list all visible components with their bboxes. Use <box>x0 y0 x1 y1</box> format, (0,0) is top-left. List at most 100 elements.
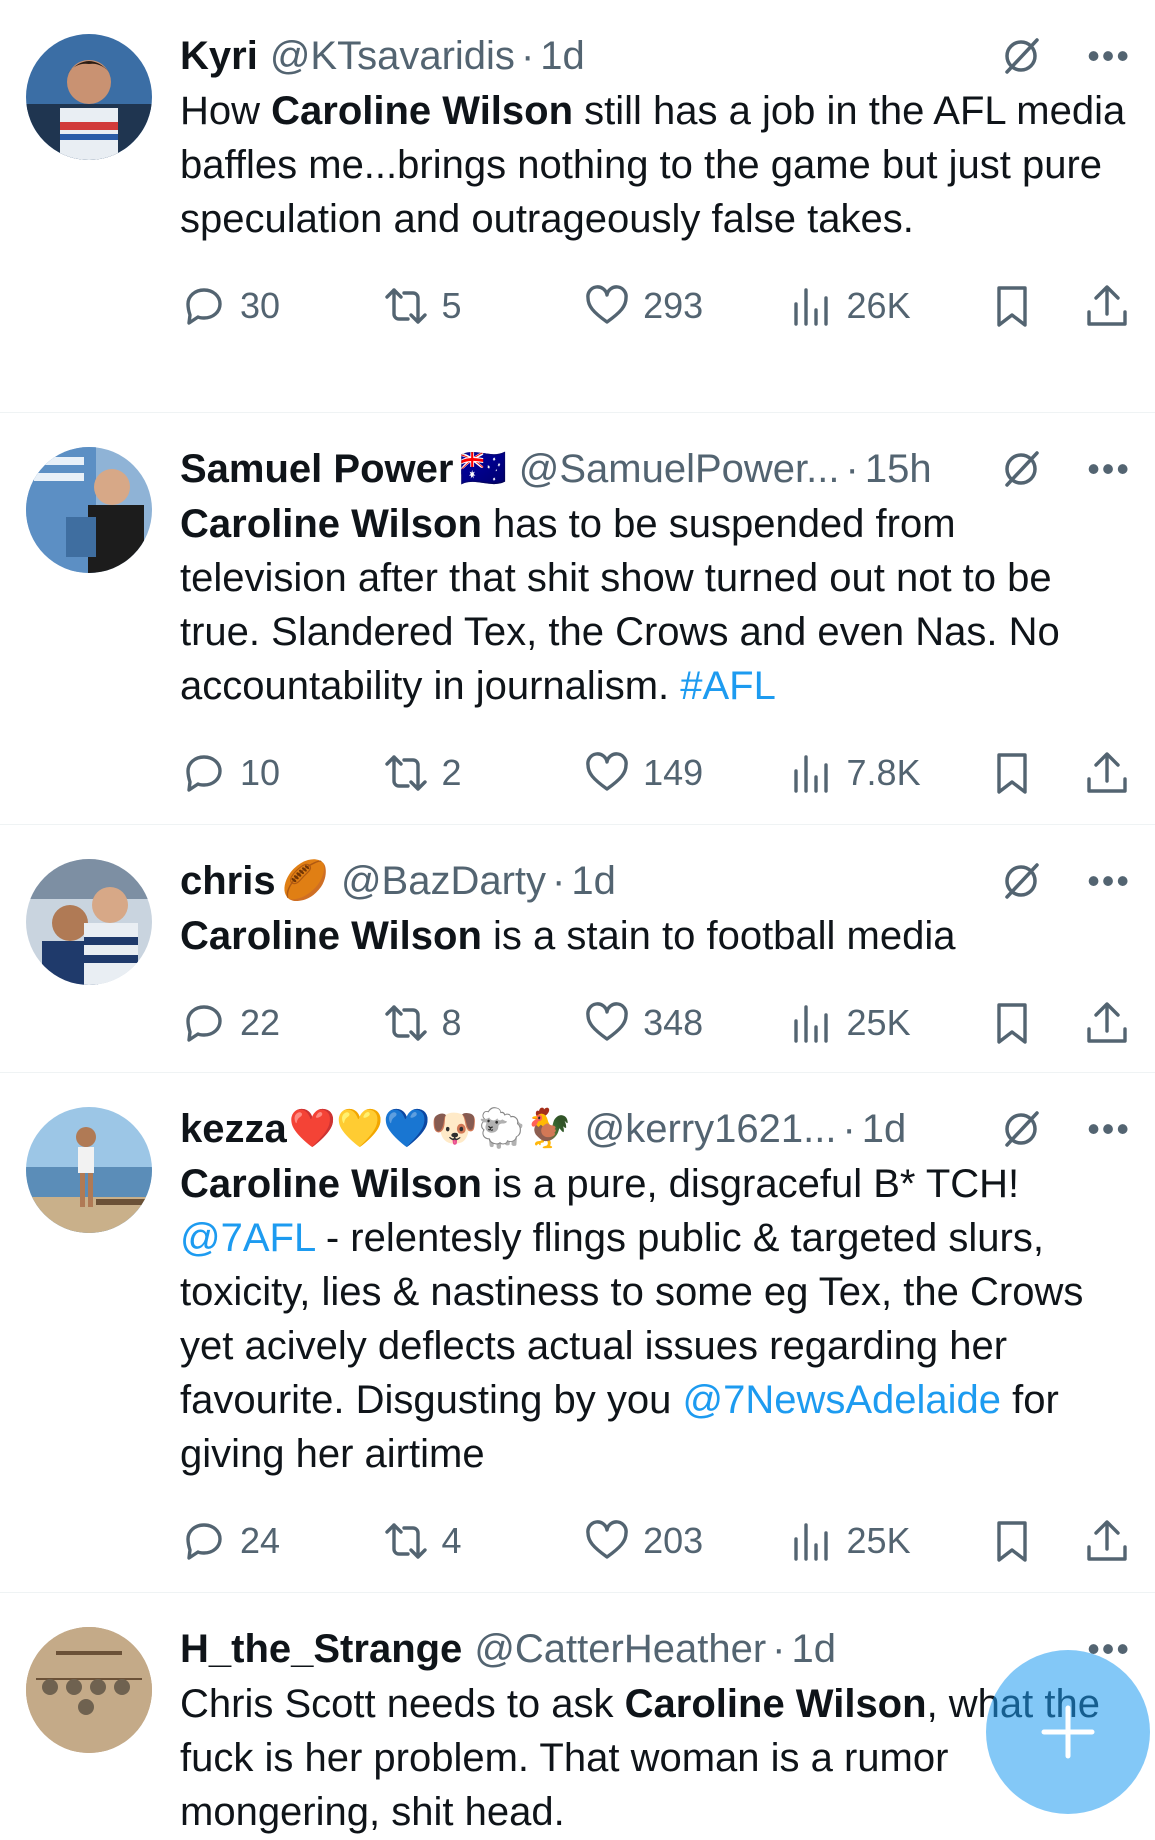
retweet-icon <box>384 288 427 324</box>
tweet[interactable]: Kyri @KTsavaridis · 1d ••• How Caroline … <box>0 0 1155 413</box>
avatar[interactable] <box>26 859 152 985</box>
like-count: 149 <box>643 752 704 793</box>
like-count: 203 <box>643 1520 704 1561</box>
display-name[interactable]: H_the_Strange <box>180 1627 462 1671</box>
bookmark-button[interactable] <box>988 749 1083 797</box>
views-button[interactable]: 25K <box>787 1517 989 1565</box>
display-name[interactable]: kezza <box>180 1107 287 1151</box>
bold-mention: Caroline Wilson <box>180 502 482 546</box>
separator-dot: · <box>552 859 566 903</box>
user-handle[interactable]: @SamuelPower... <box>519 447 840 491</box>
user-handle[interactable]: @BazDarty <box>341 859 546 903</box>
text-segment: is a pure, disgraceful B* TCH! <box>481 1162 1020 1206</box>
timestamp[interactable]: 1d <box>571 859 616 903</box>
timestamp[interactable]: 15h <box>865 447 932 491</box>
tweet-body: chris 🏉 @BazDarty · 1d ••• Caroline Wils… <box>180 859 1131 1072</box>
share-button[interactable] <box>1083 999 1131 1047</box>
share-button[interactable] <box>1083 749 1131 797</box>
views-button[interactable]: 26K <box>787 282 989 330</box>
tweet-body: Kyri @KTsavaridis · 1d ••• How Caroline … <box>180 34 1131 412</box>
display-name[interactable]: Samuel Power <box>180 447 453 491</box>
views-icon <box>793 755 828 793</box>
heart-icon <box>586 285 628 324</box>
timestamp[interactable]: 1d <box>540 34 585 78</box>
bookmark-button[interactable] <box>988 1517 1083 1565</box>
retweet-count: 8 <box>441 1002 462 1043</box>
like-count: 348 <box>643 1002 704 1043</box>
compose-plus-icon <box>1041 1705 1095 1759</box>
bookmark-button[interactable] <box>988 282 1083 330</box>
reply-count: 30 <box>240 285 281 326</box>
views-icon <box>793 1523 828 1561</box>
grok-icon[interactable] <box>999 859 1043 903</box>
mention-link[interactable]: @7NewsAdelaide <box>682 1378 1001 1422</box>
mention-link[interactable]: @7AFL <box>180 1216 315 1260</box>
share-icon <box>1087 752 1127 793</box>
retweet-icon <box>384 755 427 791</box>
action-bar: 24 4 203 25K <box>180 1481 1131 1601</box>
tweet[interactable]: kezza ❤️💛💙🐶🐑🐓 @kerry1621... · 1d ••• Car… <box>0 1073 1155 1593</box>
heart-icon <box>586 1002 628 1041</box>
reply-count: 22 <box>240 1002 281 1043</box>
tweet[interactable]: chris 🏉 @BazDarty · 1d ••• Caroline Wils… <box>0 825 1155 1073</box>
bookmark-button[interactable] <box>988 999 1083 1047</box>
display-name[interactable]: Kyri <box>180 34 258 78</box>
avatar[interactable] <box>26 447 152 573</box>
tweet-text: Chris Scott needs to ask Caroline Wilson… <box>180 1677 1131 1839</box>
compose-button[interactable] <box>986 1650 1150 1814</box>
retweet-button[interactable]: 8 <box>382 999 584 1047</box>
retweet-button[interactable]: 2 <box>382 749 584 797</box>
reply-icon <box>186 288 222 325</box>
like-button[interactable]: 293 <box>583 282 786 330</box>
views-button[interactable]: 25K <box>787 999 989 1047</box>
grok-icon[interactable] <box>999 34 1043 78</box>
tweet[interactable]: H_the_Strange @CatterHeather · 1d ••• Ch… <box>0 1593 1155 1840</box>
retweet-button[interactable]: 4 <box>382 1517 584 1565</box>
reply-icon <box>186 1005 222 1042</box>
bookmark-icon <box>997 1003 1027 1044</box>
text-segment: How <box>180 89 272 133</box>
avatar[interactable] <box>26 1627 152 1753</box>
more-options-icon[interactable]: ••• <box>1087 863 1131 899</box>
share-button[interactable] <box>1083 1517 1131 1565</box>
bookmark-icon <box>997 753 1027 794</box>
user-handle[interactable]: @CatterHeather <box>474 1627 766 1671</box>
like-button[interactable]: 203 <box>583 1517 786 1565</box>
user-handle[interactable]: @kerry1621... <box>585 1107 837 1151</box>
avatar[interactable] <box>26 1107 152 1233</box>
hashtag-link[interactable]: #AFL <box>680 664 776 708</box>
like-button[interactable]: 348 <box>583 999 786 1047</box>
tweet[interactable]: Samuel Power 🇦🇺 @SamuelPower... · 15h ••… <box>0 413 1155 825</box>
tweet-header: Kyri @KTsavaridis · 1d ••• <box>180 34 1131 78</box>
display-name[interactable]: chris <box>180 859 276 903</box>
text-segment: is a stain to football media <box>481 914 956 958</box>
views-count: 25K <box>846 1002 911 1043</box>
retweet-button[interactable]: 5 <box>382 282 584 330</box>
more-options-icon[interactable]: ••• <box>1087 38 1131 74</box>
action-bar: 30 5 293 26K <box>180 246 1131 366</box>
more-options-icon[interactable]: ••• <box>1087 451 1131 487</box>
like-button[interactable]: 149 <box>583 749 786 797</box>
grok-icon[interactable] <box>999 447 1043 491</box>
separator-dot: · <box>772 1627 786 1671</box>
timestamp[interactable]: 1d <box>791 1627 836 1671</box>
timeline: Kyri @KTsavaridis · 1d ••• How Caroline … <box>0 0 1155 1840</box>
share-icon <box>1087 285 1127 326</box>
views-button[interactable]: 7.8K <box>787 749 989 797</box>
tweet-header: chris 🏉 @BazDarty · 1d ••• <box>180 859 1131 903</box>
share-button[interactable] <box>1083 282 1131 330</box>
action-bar: 10 2 149 7.8K <box>180 713 1131 833</box>
tweet-text: Caroline Wilson is a pure, disgraceful B… <box>180 1157 1131 1481</box>
user-handle[interactable]: @KTsavaridis <box>270 34 515 78</box>
grok-icon[interactable] <box>999 1107 1043 1151</box>
reply-button[interactable]: 22 <box>180 999 382 1047</box>
avatar[interactable] <box>26 34 152 160</box>
bold-mention: Caroline Wilson <box>180 1162 482 1206</box>
more-options-icon[interactable]: ••• <box>1087 1111 1131 1147</box>
timestamp[interactable]: 1d <box>862 1107 907 1151</box>
retweet-icon <box>384 1005 427 1041</box>
reply-button[interactable]: 10 <box>180 749 382 797</box>
retweet-icon <box>384 1523 427 1559</box>
reply-button[interactable]: 30 <box>180 282 382 330</box>
reply-button[interactable]: 24 <box>180 1517 382 1565</box>
